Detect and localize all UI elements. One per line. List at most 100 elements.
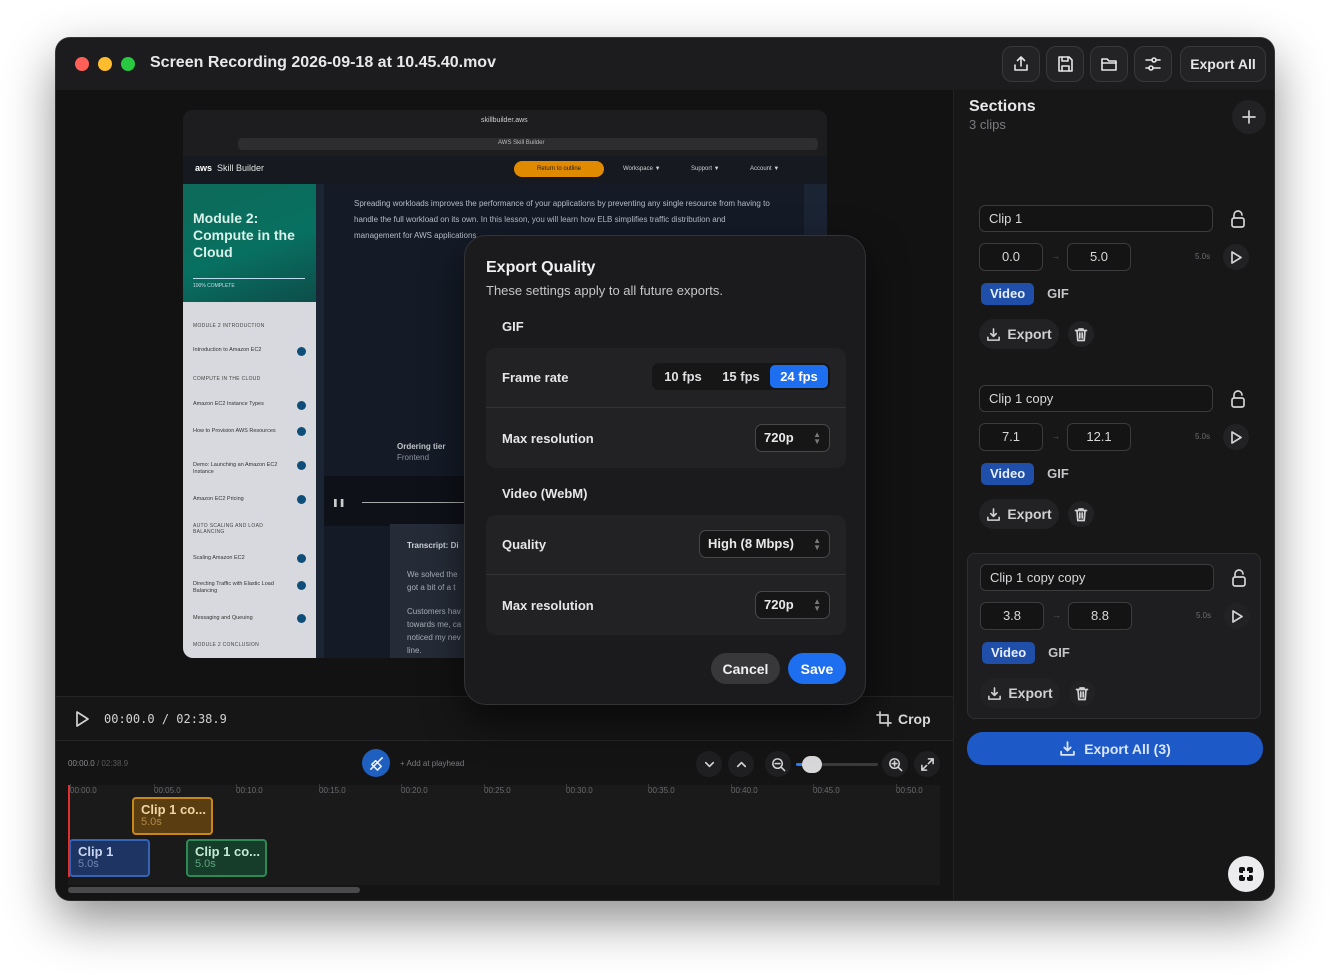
clip-start-input[interactable]: 0.0	[979, 243, 1043, 271]
fps-option-15[interactable]: 15 fps	[712, 365, 770, 388]
clip-play-button[interactable]	[1223, 424, 1249, 450]
export-quality-dialog: Export Quality These settings apply to a…	[464, 235, 866, 705]
timecode: 00:00.0 / 02:38.9	[104, 712, 227, 726]
clip-name-input[interactable]: Clip 1 copy	[979, 385, 1213, 412]
recorded-lesson: Messaging and Queuing	[193, 615, 253, 621]
timeline-clip[interactable]: Clip 1 co... 5.0s	[186, 839, 267, 877]
recorded-transcript-line: noticed my nev	[407, 633, 461, 642]
save-file-button[interactable]	[1046, 46, 1084, 82]
close-window-button[interactable]	[75, 57, 89, 71]
open-folder-button[interactable]	[1090, 46, 1128, 82]
expand-button[interactable]	[914, 751, 940, 777]
clip-name-input[interactable]: Clip 1	[979, 205, 1213, 232]
timeline-track[interactable]: 00:00.0 00:05.0 00:10.0 00:15.0 00:20.0 …	[68, 784, 940, 885]
crop-button[interactable]: Crop	[876, 705, 931, 733]
fps-option-10[interactable]: 10 fps	[654, 365, 712, 388]
timeline-current: 00:00.0	[68, 759, 95, 768]
arrow-right-icon: →	[1052, 610, 1061, 620]
clip-export-button[interactable]: Export	[979, 319, 1059, 349]
clip-name-input[interactable]: Clip 1 copy copy	[980, 564, 1214, 591]
timeline-total: / 02:38.9	[96, 759, 129, 768]
add-at-playhead-button[interactable]: + Add at playhead	[400, 759, 464, 768]
clip-export-button[interactable]: Export	[979, 499, 1059, 529]
cancel-button[interactable]: Cancel	[711, 653, 780, 684]
check-icon	[297, 347, 306, 356]
chevron-down-icon	[704, 761, 714, 767]
gif-settings-group: Frame rate 10 fps 15 fps 24 fps Max reso…	[486, 348, 846, 468]
clip-export-label: Export	[1007, 506, 1052, 522]
format-video-option[interactable]: Video	[981, 463, 1035, 485]
grid-logo-icon	[1239, 867, 1253, 881]
current-time: 00:00.0	[104, 712, 155, 726]
recorded-section: MODULE 2 INTRODUCTION	[193, 323, 265, 329]
zoom-out-button[interactable]	[765, 751, 791, 777]
ruler-tick: 00:10.0	[236, 784, 263, 795]
format-gif-option[interactable]: GIF	[1038, 283, 1078, 305]
zoom-in-button[interactable]	[882, 751, 908, 777]
lock-icon[interactable]	[1227, 566, 1251, 590]
save-button[interactable]: Save	[788, 653, 846, 684]
recorded-pause-icon: ❚❚	[332, 498, 346, 507]
zoom-slider-knob[interactable]	[802, 756, 823, 773]
export-all-button[interactable]: Export All (3)	[967, 732, 1263, 765]
crop-label: Crop	[898, 711, 931, 727]
gif-max-resolution-select[interactable]: 720p ▲ ▼	[755, 424, 830, 452]
timeline-clip-duration: 5.0s	[141, 816, 162, 828]
timeline-clip[interactable]: Clip 1 5.0s	[69, 839, 150, 877]
magnet-snap-button[interactable]	[362, 749, 390, 777]
settings-button[interactable]	[1134, 46, 1172, 82]
dialog-title: Export Quality	[486, 259, 596, 276]
clip-card: Clip 1 0.0 → 5.0 5.0s Video GIF Export	[967, 195, 1261, 361]
play-icon	[1232, 609, 1243, 623]
clip-export-button[interactable]: Export	[980, 678, 1060, 708]
export-all-top-button[interactable]: Export All	[1180, 46, 1266, 82]
ruler-tick: 00:00.0	[70, 784, 97, 795]
fps-option-24[interactable]: 24 fps	[770, 365, 828, 388]
chevron-updown-icon: ▲ ▼	[813, 536, 821, 552]
clip-delete-button[interactable]	[1068, 501, 1094, 527]
recorded-progress-bar	[193, 278, 305, 279]
format-gif-option[interactable]: GIF	[1039, 642, 1079, 664]
clip-start-input[interactable]: 7.1	[979, 423, 1043, 451]
ruler-tick: 00:35.0	[648, 784, 675, 795]
lock-icon[interactable]	[1226, 387, 1250, 411]
folder-icon	[1101, 58, 1117, 71]
minimize-window-button[interactable]	[98, 57, 112, 71]
chevron-down-button[interactable]	[696, 751, 722, 777]
app-menu-button[interactable]	[1228, 856, 1264, 892]
export-all-label: Export All (3)	[1084, 740, 1171, 757]
clip-end-input[interactable]: 5.0	[1067, 243, 1131, 271]
recorded-transcript-line: Customers hav	[407, 607, 461, 616]
format-video-option[interactable]: Video	[981, 283, 1035, 305]
clip-play-button[interactable]	[1223, 244, 1249, 270]
lock-icon[interactable]	[1226, 207, 1250, 231]
timeline-clip[interactable]: Clip 1 co... 5.0s	[132, 797, 213, 835]
timeline-clip-name: Clip 1 co...	[195, 844, 261, 859]
clip-end-input[interactable]: 8.8	[1068, 602, 1132, 630]
chevron-up-button[interactable]	[728, 751, 754, 777]
zoom-out-icon	[771, 757, 785, 771]
zoom-slider[interactable]	[796, 756, 878, 773]
format-video-option[interactable]: Video	[982, 642, 1036, 664]
recorded-ordering-tier: Ordering tier	[397, 442, 446, 451]
format-toggle: Video GIF	[981, 283, 1078, 305]
trash-icon	[1075, 686, 1089, 700]
share-button[interactable]	[1002, 46, 1040, 82]
maximize-window-button[interactable]	[121, 57, 135, 71]
format-gif-option[interactable]: GIF	[1038, 463, 1078, 485]
clip-delete-button[interactable]	[1068, 321, 1094, 347]
add-section-button[interactable]	[1232, 100, 1266, 134]
sections-panel: Sections 3 clips Clip 1 0.0 → 5.0 5.0s V…	[953, 90, 1274, 900]
clip-play-button[interactable]	[1224, 603, 1250, 629]
chevron-up-icon	[736, 761, 746, 767]
quality-select[interactable]: High (8 Mbps) ▲ ▼	[699, 530, 830, 558]
recorded-tab-title: AWS Skill Builder	[498, 140, 545, 146]
clip-end-input[interactable]: 12.1	[1067, 423, 1131, 451]
clip-delete-button[interactable]	[1069, 680, 1095, 706]
timeline-scrollbar[interactable]	[68, 887, 360, 893]
play-icon[interactable]	[74, 710, 90, 728]
divider	[486, 407, 846, 408]
video-max-resolution-select[interactable]: 720p ▲ ▼	[755, 591, 830, 619]
clip-start-input[interactable]: 3.8	[980, 602, 1044, 630]
panel-title: Sections	[969, 98, 1036, 115]
